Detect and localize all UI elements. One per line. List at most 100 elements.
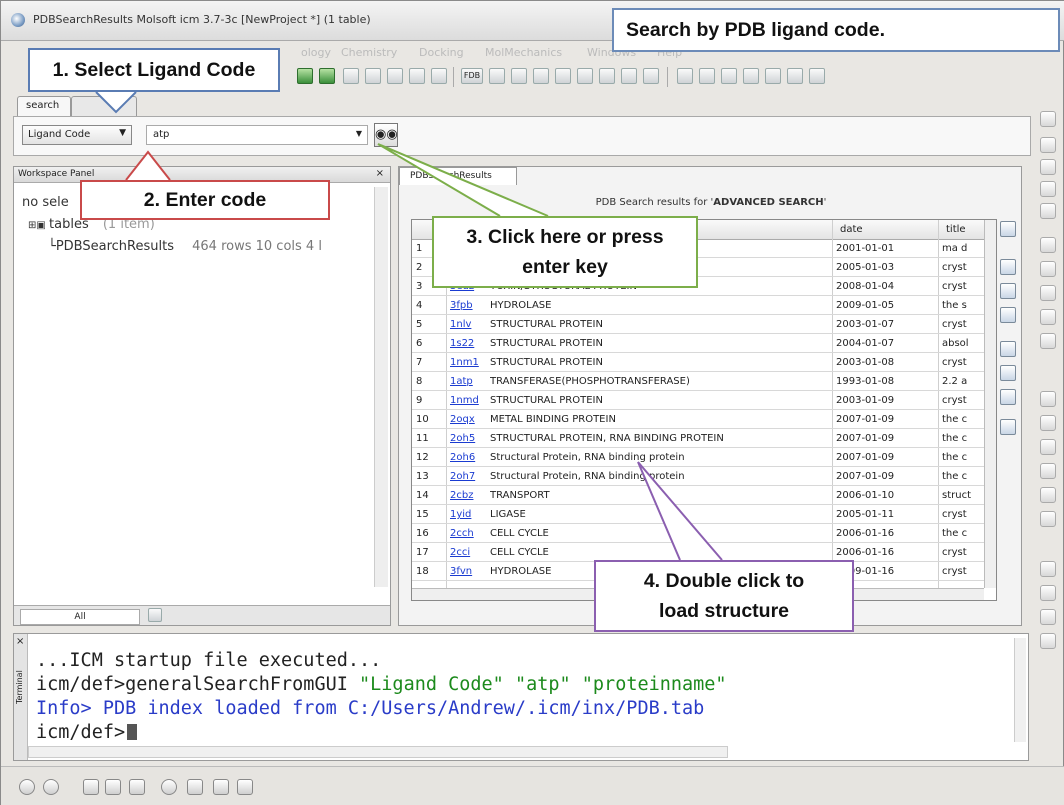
distribute-icon[interactable] xyxy=(765,68,781,84)
menu-item-docking[interactable]: Docking xyxy=(419,46,464,59)
arrow-up-icon[interactable] xyxy=(1040,391,1056,407)
chain-icon[interactable] xyxy=(387,68,403,84)
align-mid-icon[interactable] xyxy=(699,68,715,84)
pdb-code-link[interactable]: 1nmd xyxy=(450,395,486,406)
grid-icon[interactable] xyxy=(148,608,162,622)
pdb-code-link[interactable]: 1nlv xyxy=(450,319,486,330)
table-row[interactable]: 11 2oh5 STRUCTURAL PROTEIN, RNA BINDING PR… xyxy=(412,430,984,448)
tab-search[interactable]: search xyxy=(17,96,71,116)
table-vertical-scrollbar[interactable] xyxy=(984,220,996,588)
pdb-code-link[interactable]: 2cch xyxy=(450,528,486,539)
arrow-down-icon[interactable] xyxy=(1040,415,1056,431)
filter-icon[interactable] xyxy=(1000,221,1016,237)
pdb-code-link[interactable]: 2cci xyxy=(450,547,486,558)
menu-item-chemistry[interactable]: Chemistry xyxy=(341,46,397,59)
stack-icon[interactable] xyxy=(787,68,803,84)
export-icon[interactable] xyxy=(1000,307,1016,323)
binoculars-icon[interactable] xyxy=(1000,283,1016,299)
close-icon[interactable]: × xyxy=(376,168,384,179)
workspace-scrollbar[interactable] xyxy=(374,187,388,587)
terminal-horizontal-scrollbar[interactable] xyxy=(28,746,728,758)
plot-icon[interactable] xyxy=(1000,419,1016,435)
table-row[interactable]: 9 1nmd STRUCTURAL PROTEIN 2003-01-09 cryst xyxy=(412,392,984,410)
table-row[interactable]: 5 1nlv STRUCTURAL PROTEIN 2003-01-07 cryst xyxy=(412,316,984,334)
column-header-title[interactable]: title xyxy=(946,224,966,235)
pdb-code-link[interactable]: 2oh5 xyxy=(450,433,486,444)
italic-a-icon[interactable] xyxy=(577,68,593,84)
search-input[interactable]: atp ▼ xyxy=(146,125,368,145)
star-icon[interactable] xyxy=(1040,609,1056,625)
fdb-icon[interactable]: FDB xyxy=(461,68,483,84)
window-toggle-icon[interactable] xyxy=(105,779,121,795)
tree-item-pdbsearchresults[interactable]: └PDBSearchResults 464 rows 10 cols 4 l xyxy=(48,239,322,254)
pdb-code-link[interactable]: 2oh6 xyxy=(450,452,486,463)
column-header-date[interactable]: date xyxy=(840,224,863,235)
table-icon[interactable] xyxy=(431,68,447,84)
table-row[interactable]: 8 1atp TRANSFERASE(PHOSPHOTRANSFERASE) 1993… xyxy=(412,373,984,391)
alignment-icon[interactable] xyxy=(511,68,527,84)
table-row[interactable]: 6 1s22 STRUCTURAL PROTEIN 2004-01-07 absol xyxy=(412,335,984,353)
tab-secondary[interactable] xyxy=(71,96,137,116)
globe-icon[interactable] xyxy=(1040,561,1056,577)
pdb-code-link[interactable]: 3fpb xyxy=(450,300,486,311)
pdb-code-link[interactable]: 1nm1 xyxy=(450,357,486,368)
layers-icon[interactable] xyxy=(809,68,825,84)
rotate-icon[interactable] xyxy=(1040,137,1056,153)
pdb-code-link[interactable]: 1yid xyxy=(450,509,486,520)
move-icon[interactable] xyxy=(1040,159,1056,175)
arrow-both-icon[interactable] xyxy=(1040,439,1056,455)
table-row[interactable]: 15 1yid LIGASE 2005-01-11 cryst xyxy=(412,506,984,524)
gear-icon[interactable] xyxy=(161,779,177,795)
ball-icon[interactable] xyxy=(599,68,615,84)
atom-icon[interactable] xyxy=(621,68,637,84)
workspace-toggle-icon[interactable] xyxy=(83,779,99,795)
home-icon[interactable] xyxy=(1040,511,1056,527)
select-residues-icon[interactable] xyxy=(297,68,313,84)
measure-icon[interactable] xyxy=(1040,487,1056,503)
clip-icon[interactable] xyxy=(1040,203,1056,219)
pdb-code-link[interactable]: 2oqx xyxy=(450,414,486,425)
sort-icon[interactable] xyxy=(1040,585,1056,601)
align-bottom-icon[interactable] xyxy=(743,68,759,84)
panel-toggle-icon[interactable] xyxy=(129,779,145,795)
box-icon[interactable] xyxy=(1040,261,1056,277)
columns-icon[interactable] xyxy=(1000,389,1016,405)
grid-icon[interactable] xyxy=(533,68,549,84)
table-row[interactable]: 12 2oh6 Structural Protein, RNA binding pr… xyxy=(412,449,984,467)
zoom-icon[interactable] xyxy=(237,779,253,795)
edit-icon[interactable] xyxy=(1000,259,1016,275)
cube-icon[interactable] xyxy=(1040,309,1056,325)
table-icon[interactable] xyxy=(1000,365,1016,381)
molecule-icon[interactable] xyxy=(365,68,381,84)
window-icon[interactable] xyxy=(555,68,571,84)
bond-icon[interactable] xyxy=(409,68,425,84)
select-atoms-icon[interactable] xyxy=(319,68,335,84)
text-icon[interactable] xyxy=(1040,333,1056,349)
table-row[interactable]: 4 3fpb HYDROLASE 2009-01-05 the s xyxy=(412,297,984,315)
table-row[interactable]: 13 2oh7 Structural Protein, RNA binding pr… xyxy=(412,468,984,486)
label-icon[interactable] xyxy=(1040,237,1056,253)
align-center-icon[interactable] xyxy=(721,68,737,84)
tab-pdbsearchresults[interactable]: PDBSearchResults xyxy=(399,167,517,185)
close-icon[interactable]: × xyxy=(16,636,24,647)
align-top-icon[interactable] xyxy=(677,68,693,84)
camera-icon[interactable] xyxy=(187,779,203,795)
find-button[interactable]: ◉◉ xyxy=(374,123,398,147)
tools-icon[interactable] xyxy=(643,68,659,84)
lock-icon[interactable] xyxy=(1040,285,1056,301)
terminal-prompt-line[interactable]: icm/def> xyxy=(36,722,138,743)
pdb-code-link[interactable]: 1atp xyxy=(450,376,486,387)
r-icon[interactable] xyxy=(343,68,359,84)
pdb-code-link[interactable]: 1s22 xyxy=(450,338,486,349)
zoom-icon[interactable] xyxy=(1040,181,1056,197)
hand-icon[interactable] xyxy=(1040,633,1056,649)
pdb-code-link[interactable]: 2cbz xyxy=(450,490,486,501)
sequence-icon[interactable] xyxy=(489,68,505,84)
terminal-scrollbar[interactable] xyxy=(1014,638,1026,742)
terminal-panel[interactable]: × Terminal ...ICM startup file executed.… xyxy=(13,633,1029,761)
table-row[interactable]: 16 2cch CELL CYCLE 2006-01-16 the c xyxy=(412,525,984,543)
arrow-bar-icon[interactable] xyxy=(1040,463,1056,479)
menu-item-molmechanics[interactable]: MolMechanics xyxy=(485,46,562,59)
settings-icon[interactable] xyxy=(1040,111,1056,127)
pdb-code-link[interactable]: 3fvn xyxy=(450,566,486,577)
